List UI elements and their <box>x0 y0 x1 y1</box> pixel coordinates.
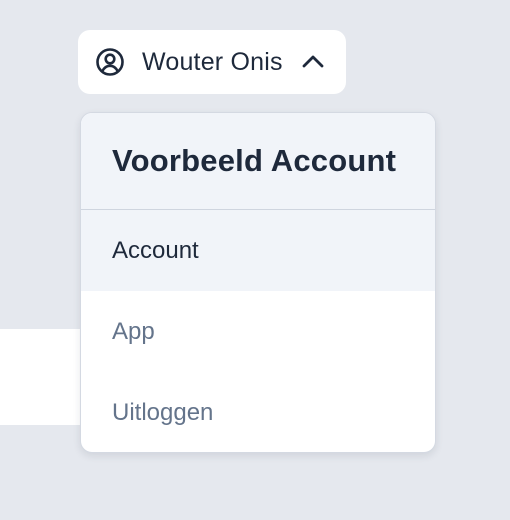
dropdown-title: Voorbeeld Account <box>112 143 397 178</box>
dropdown-header: Voorbeeld Account <box>81 113 435 210</box>
user-circle-icon <box>95 47 125 77</box>
menu-item-app[interactable]: App <box>81 291 435 372</box>
menu-item-logout[interactable]: Uitloggen <box>81 372 435 452</box>
user-name: Wouter Onis <box>142 47 283 76</box>
chevron-up-icon <box>301 50 325 74</box>
account-menu-button[interactable]: Wouter Onis <box>78 30 346 94</box>
account-dropdown: Voorbeeld Account Account App Uitloggen <box>80 112 436 453</box>
menu-item-account[interactable]: Account <box>81 210 435 291</box>
background-panel <box>0 329 80 425</box>
